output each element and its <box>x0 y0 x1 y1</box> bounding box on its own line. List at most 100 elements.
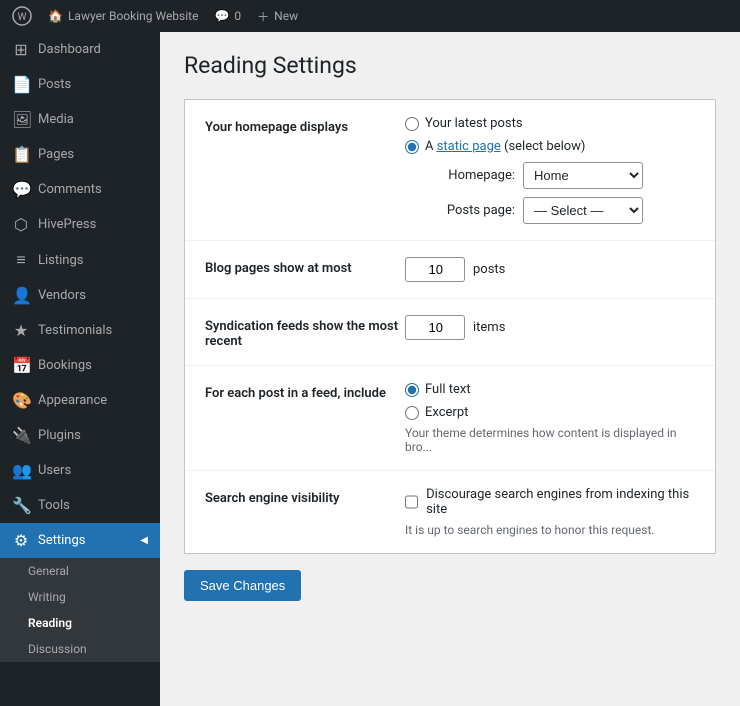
sidebar-item-bookings[interactable]: 📅 Bookings <box>0 348 160 383</box>
appearance-icon: 🎨 <box>12 391 30 410</box>
submenu-label: Writing <box>28 590 66 604</box>
sidebar-item-appearance[interactable]: 🎨 Appearance <box>0 383 160 418</box>
testimonials-icon: ★ <box>12 321 30 340</box>
settings-submenu: General Writing Reading Discussion <box>0 558 160 662</box>
homepage-radio-group: Your latest posts A static page (select … <box>405 116 695 154</box>
syndication-number-row: items <box>405 315 695 340</box>
dashboard-icon: ⊞ <box>12 40 30 59</box>
hivepress-icon: ⬡ <box>12 215 30 234</box>
homepage-select-row: Homepage: Home Sample Page — Select — <box>405 162 695 189</box>
content-area: Reading Settings Your homepage displays … <box>160 32 740 706</box>
excerpt-option[interactable]: Excerpt <box>405 405 695 420</box>
svg-text:W: W <box>18 12 27 23</box>
topbar: W 🏠 Lawyer Booking Website 💬 0 ＋ New <box>0 0 740 32</box>
wp-logo-item[interactable]: W <box>12 6 32 26</box>
sidebar-item-label: Comments <box>38 182 102 197</box>
feed-label: For each post in a feed, include <box>205 382 405 401</box>
site-name: Lawyer Booking Website <box>68 9 199 23</box>
posts-icon: 📄 <box>12 75 30 94</box>
bookings-icon: 📅 <box>12 356 30 375</box>
visibility-row: Search engine visibility Discourage sear… <box>185 471 715 553</box>
new-item[interactable]: ＋ New <box>257 8 298 25</box>
homepage-select[interactable]: Home Sample Page — Select — <box>523 162 643 189</box>
comments-count: 0 <box>234 9 241 23</box>
blog-pages-row: Blog pages show at most posts <box>185 241 715 299</box>
sidebar-item-tools[interactable]: 🔧 Tools <box>0 488 160 523</box>
homepage-displays-row: Your homepage displays Your latest posts… <box>185 100 715 241</box>
comment-icon: 💬 <box>214 9 229 23</box>
latest-posts-label: Your latest posts <box>425 116 523 131</box>
blog-pages-number-row: posts <box>405 257 695 282</box>
latest-posts-option[interactable]: Your latest posts <box>405 116 695 131</box>
sidebar-item-settings[interactable]: ⚙ Settings ◀ <box>0 523 160 558</box>
sidebar-item-media[interactable]: 🖼 Media <box>0 102 160 137</box>
submenu-label: Reading <box>28 616 72 630</box>
feed-control: Full text Excerpt Your theme determines … <box>405 382 695 454</box>
submenu-item-general[interactable]: General <box>0 558 160 584</box>
posts-page-select-label: Posts page: <box>425 203 515 218</box>
sidebar-item-comments[interactable]: 💬 Comments <box>0 172 160 207</box>
visibility-checkbox-row: Discourage search engines from indexing … <box>405 487 695 517</box>
vendors-icon: 👤 <box>12 286 30 305</box>
syndication-row: Syndication feeds show the most recent i… <box>185 299 715 366</box>
sidebar-item-posts[interactable]: 📄 Posts <box>0 67 160 102</box>
listings-icon: ≡ <box>12 250 30 270</box>
site-name-item[interactable]: 🏠 Lawyer Booking Website <box>48 9 198 23</box>
submenu-item-discussion[interactable]: Discussion <box>0 636 160 662</box>
sidebar-item-listings[interactable]: ≡ Listings <box>0 242 160 278</box>
sidebar-item-label: Testimonials <box>38 323 112 338</box>
submenu-item-reading[interactable]: Reading <box>0 610 160 636</box>
visibility-checkbox-label: Discourage search engines from indexing … <box>426 487 695 517</box>
full-text-option[interactable]: Full text <box>405 382 695 397</box>
save-changes-button[interactable]: Save Changes <box>184 570 301 601</box>
plugins-icon: 🔌 <box>12 426 30 445</box>
excerpt-label: Excerpt <box>425 405 468 420</box>
sidebar-item-label: Dashboard <box>38 42 101 57</box>
sidebar-item-label: Pages <box>38 147 74 162</box>
comments-icon: 💬 <box>12 180 30 199</box>
feed-hint: Your theme determines how content is dis… <box>405 426 695 454</box>
full-text-radio[interactable] <box>405 383 419 397</box>
sidebar-item-label: Settings <box>38 533 85 548</box>
blog-pages-input[interactable] <box>405 257 465 282</box>
latest-posts-radio[interactable] <box>405 117 419 131</box>
homepage-displays-control: Your latest posts A static page (select … <box>405 116 695 224</box>
visibility-label: Search engine visibility <box>205 487 405 506</box>
syndication-label: Syndication feeds show the most recent <box>205 315 405 349</box>
sidebar-item-label: Tools <box>38 498 70 513</box>
static-page-link[interactable]: static page <box>437 139 501 154</box>
tools-icon: 🔧 <box>12 496 30 515</box>
static-page-option[interactable]: A static page (select below) <box>405 139 695 154</box>
syndication-input[interactable] <box>405 315 465 340</box>
sidebar-item-hivepress[interactable]: ⬡ HivePress <box>0 207 160 242</box>
feed-radio-group: Full text Excerpt <box>405 382 695 420</box>
users-icon: 👥 <box>12 461 30 480</box>
posts-page-select[interactable]: — Select — Blog Home <box>523 197 643 224</box>
comments-item[interactable]: 💬 0 <box>214 9 241 23</box>
excerpt-radio[interactable] <box>405 406 419 420</box>
sidebar-item-testimonials[interactable]: ★ Testimonials <box>0 313 160 348</box>
full-text-label: Full text <box>425 382 471 397</box>
visibility-checkbox[interactable] <box>405 495 418 509</box>
main-layout: ⊞ Dashboard 📄 Posts 🖼 Media 📋 Pages 💬 Co… <box>0 32 740 706</box>
sidebar-item-label: Listings <box>38 253 83 268</box>
static-page-radio[interactable] <box>405 140 419 154</box>
sidebar-item-pages[interactable]: 📋 Pages <box>0 137 160 172</box>
sidebar-item-label: Vendors <box>38 288 86 303</box>
sidebar-item-label: Appearance <box>38 393 107 408</box>
submenu-item-writing[interactable]: Writing <box>0 584 160 610</box>
static-page-label: A static page (select below) <box>425 139 585 154</box>
sidebar-item-vendors[interactable]: 👤 Vendors <box>0 278 160 313</box>
blog-pages-suffix: posts <box>473 262 505 277</box>
sidebar-item-label: Bookings <box>38 358 92 373</box>
submenu-label: General <box>28 564 69 578</box>
sidebar-item-plugins[interactable]: 🔌 Plugins <box>0 418 160 453</box>
blog-pages-control: posts <box>405 257 695 282</box>
new-label: New <box>274 9 298 23</box>
feed-row: For each post in a feed, include Full te… <box>185 366 715 471</box>
sidebar-item-users[interactable]: 👥 Users <box>0 453 160 488</box>
visibility-control: Discourage search engines from indexing … <box>405 487 695 537</box>
sidebar-item-dashboard[interactable]: ⊞ Dashboard <box>0 32 160 67</box>
sidebar-item-label: Media <box>38 112 74 127</box>
settings-form: Your homepage displays Your latest posts… <box>184 99 716 554</box>
